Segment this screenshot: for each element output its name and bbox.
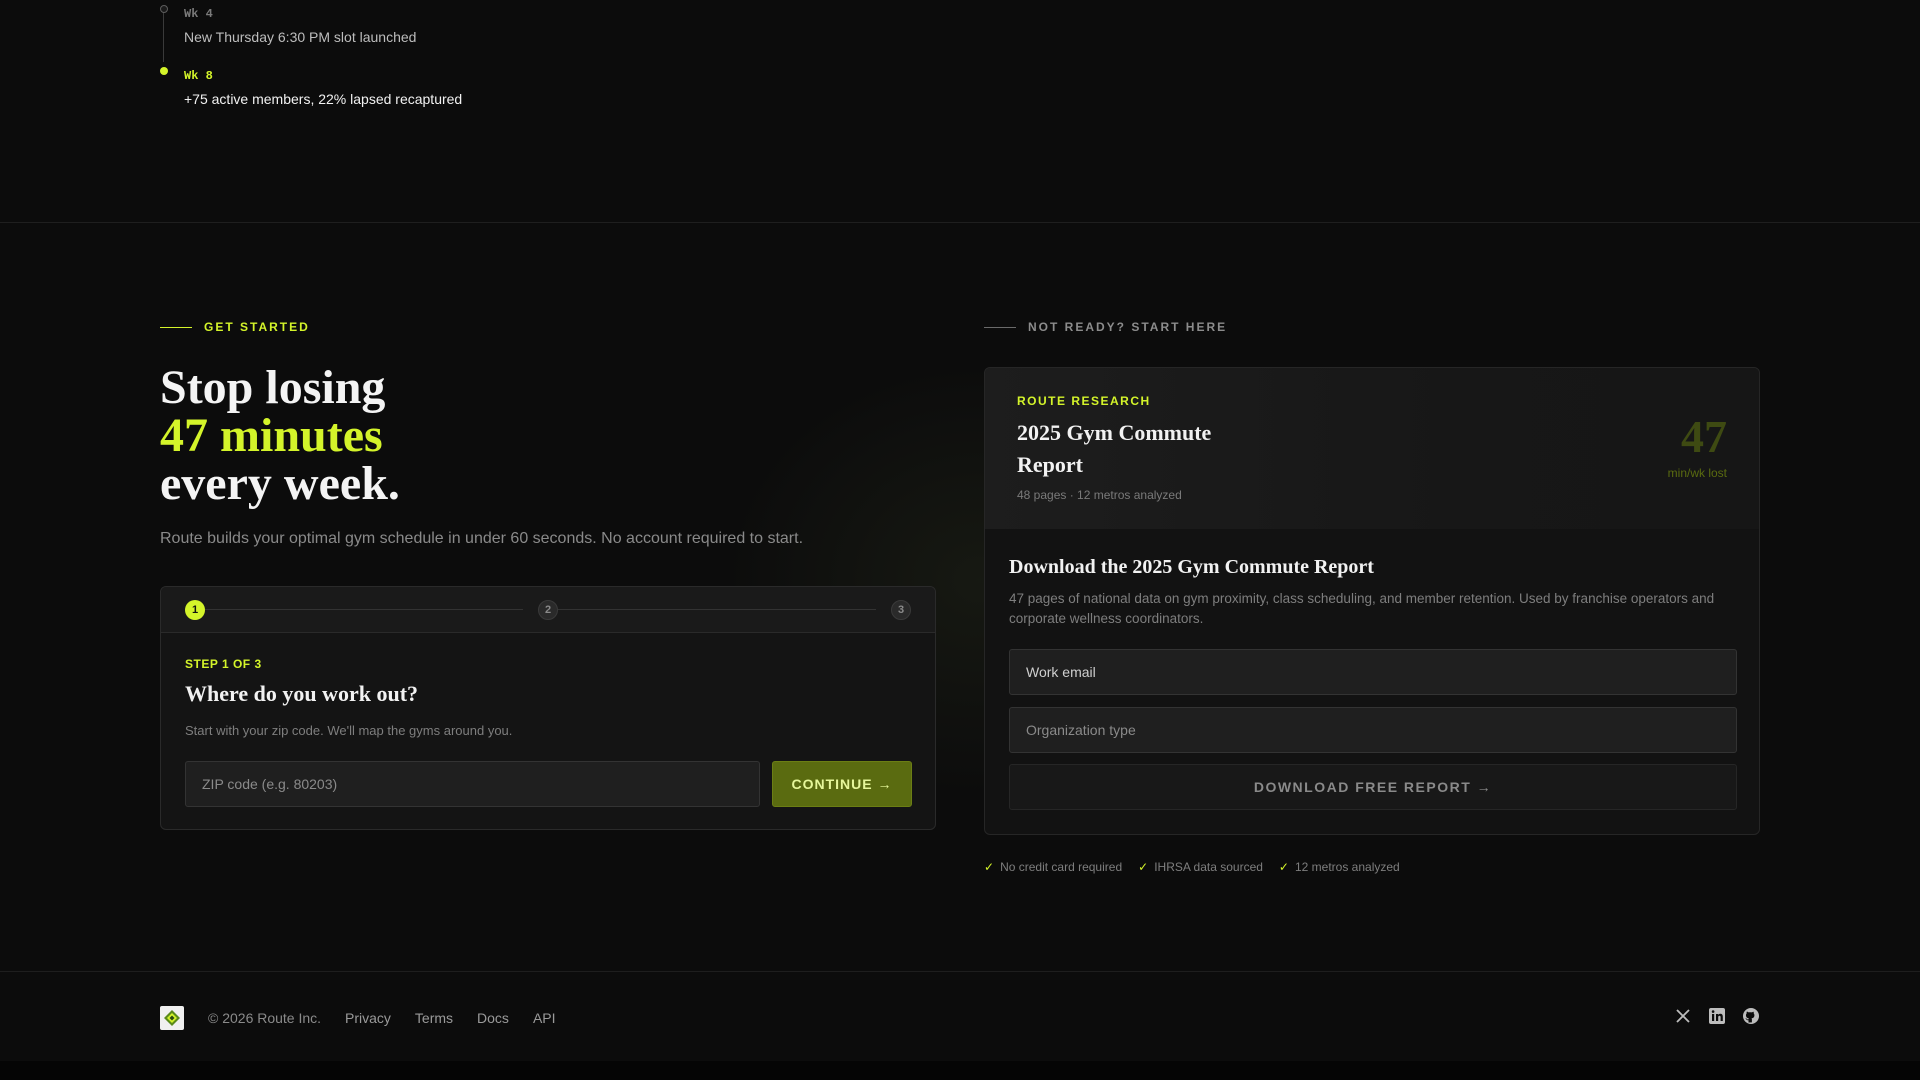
timeline-dot (160, 5, 168, 13)
report-hero-label: ROUTE RESEARCH (1017, 394, 1151, 408)
get-started-eyebrow: GET STARTED (160, 320, 310, 334)
badge-text: IHRSA data sourced (1154, 860, 1263, 874)
check-icon: ✓ (1138, 860, 1149, 874)
route-logo-icon[interactable] (160, 1006, 184, 1030)
zip-code-input[interactable] (185, 761, 760, 807)
download-report-button[interactable]: DOWNLOAD FREE REPORT → (1009, 764, 1737, 810)
step-indicator-2[interactable]: 2 (538, 600, 558, 620)
hero-subtext: Route builds your optimal gym schedule i… (160, 530, 804, 547)
report-hero-meta: 48 pages · 12 metros analyzed (1017, 488, 1182, 502)
report-title: Download the 2025 Gym Commute Report (1009, 556, 1374, 578)
report-eyebrow: NOT READY? START HERE (984, 320, 1227, 334)
footer: © 2026 Route Inc. Privacy Terms Docs API (0, 971, 1920, 1061)
eyebrow-text: NOT READY? START HERE (1028, 320, 1228, 334)
eyebrow-line (984, 326, 1016, 328)
timeline-week: Wk 4 (184, 7, 213, 21)
step-indicator-1[interactable]: 1 (185, 600, 205, 620)
timeline-line (163, 12, 164, 62)
report-stat-label: min/wk lost (1667, 466, 1727, 480)
badge-ihrsa: ✓ IHRSA data sourced (1138, 860, 1263, 874)
timeline-week: Wk 8 (184, 69, 213, 83)
copyright: © 2026 Route Inc. (208, 1010, 322, 1026)
section-divider (0, 222, 1920, 223)
report-hero: ROUTE RESEARCH 2025 Gym Commute Report 4… (985, 368, 1759, 529)
schedule-wizard: 1 2 3 STEP 1 OF 3 Where do you work out?… (160, 586, 936, 830)
wizard-description: Start with your zip code. We'll map the … (185, 723, 513, 738)
headline-line-3: every week. (160, 457, 400, 510)
footer-bottom-bar (0, 1061, 1920, 1080)
continue-button[interactable]: CONTINUE → (772, 761, 912, 807)
step-connector (558, 609, 876, 610)
check-icon: ✓ (1278, 860, 1289, 874)
timeline-dot-active (160, 67, 168, 75)
github-icon[interactable] (1742, 1007, 1760, 1025)
headline-line-1: Stop losing (160, 361, 386, 414)
hero-headline: Stop losing 47 minutes every week. (160, 364, 400, 508)
wizard-title: Where do you work out? (185, 681, 419, 706)
footer-link-docs[interactable]: Docs (477, 1010, 509, 1026)
eyebrow-line (160, 326, 192, 328)
report-hero-title: 2025 Gym Commute Report (1017, 420, 1212, 477)
footer-link-api[interactable]: API (533, 1010, 556, 1026)
page: Wk 4 New Thursday 6:30 PM slot launched … (0, 0, 1920, 1080)
work-email-input[interactable] (1009, 649, 1737, 695)
wizard-stepper: 1 2 3 (161, 587, 935, 633)
badge-no-credit-card: ✓ No credit card required (984, 860, 1122, 874)
footer-link-privacy[interactable]: Privacy (345, 1010, 391, 1026)
badge-text: No credit card required (1000, 860, 1123, 874)
footer-links: Privacy Terms Docs API (345, 1010, 556, 1026)
timeline-text: New Thursday 6:30 PM slot launched (184, 29, 417, 45)
badge-text: 12 metros analyzed (1294, 860, 1400, 874)
timeline-text: +75 active members, 22% lapsed recapture… (184, 91, 463, 107)
x-icon[interactable] (1674, 1007, 1692, 1025)
step-indicator-3[interactable]: 3 (891, 600, 911, 620)
wizard-step-label: STEP 1 OF 3 (185, 657, 262, 671)
report-description: 47 pages of national data on gym proximi… (1009, 591, 1715, 626)
badge-metros: ✓ 12 metros analyzed (1279, 860, 1400, 874)
step-connector (205, 609, 523, 610)
footer-link-terms[interactable]: Terms (415, 1010, 453, 1026)
timeline: Wk 4 New Thursday 6:30 PM slot launched … (160, 0, 860, 120)
eyebrow-text: GET STARTED (204, 320, 310, 334)
organization-type-input[interactable] (1009, 707, 1737, 753)
headline-highlight: 47 minutes (160, 409, 383, 462)
check-icon: ✓ (984, 860, 995, 874)
report-card: ROUTE RESEARCH 2025 Gym Commute Report 4… (984, 367, 1760, 835)
linkedin-icon[interactable] (1708, 1007, 1726, 1025)
report-stat-value: 47 (1681, 411, 1727, 462)
social-links (1674, 1007, 1760, 1025)
trust-badges: ✓ No credit card required ✓ IHRSA data s… (984, 860, 1400, 874)
